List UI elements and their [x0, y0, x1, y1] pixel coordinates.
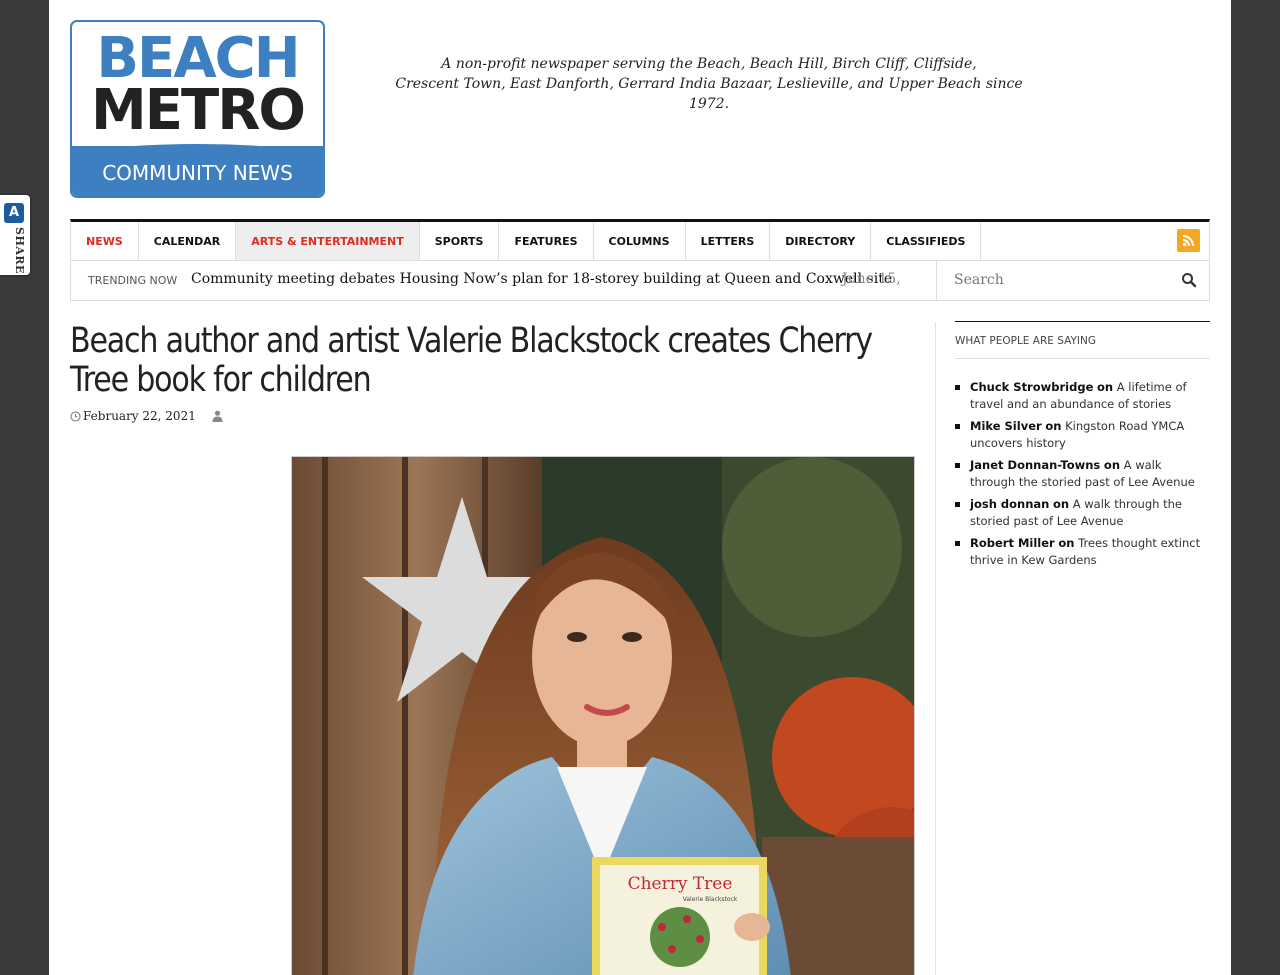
- share-service-icon[interactable]: A: [4, 203, 24, 223]
- article-date: February 22, 2021: [83, 409, 196, 423]
- comment-item: josh donnan on A walk through the storie…: [955, 496, 1210, 530]
- share-widget[interactable]: A SHARE: [0, 195, 30, 275]
- nav-item-arts-entertainment[interactable]: ARTS & ENTERTAINMENT: [236, 222, 420, 260]
- sidebar-recent-comments: WHAT PEOPLE ARE SAYING Chuck Strowbridge…: [955, 321, 1210, 574]
- comment-item: Janet Donnan-Towns on A walk through the…: [955, 457, 1210, 491]
- site-logo[interactable]: BEACH METRO COMMUNITY NEWS: [70, 20, 325, 198]
- main-nav: NEWS CALENDAR ARTS & ENTERTAINMENT SPORT…: [70, 219, 1210, 261]
- logo-line-community: COMMUNITY NEWS: [102, 161, 293, 185]
- comment-on: on: [1103, 458, 1121, 472]
- comment-author[interactable]: Mike Silver: [970, 419, 1042, 433]
- search-box: [936, 261, 1210, 301]
- column-divider: [935, 322, 936, 975]
- trending-bar: TRENDING NOW Community meeting debates H…: [70, 261, 937, 301]
- comment-author[interactable]: Chuck Strowbridge: [970, 380, 1093, 394]
- rss-glyph: [1182, 235, 1194, 247]
- comment-on: on: [1045, 419, 1062, 433]
- comment-on: on: [1058, 536, 1075, 550]
- book-author-text: Valerie Blackstock: [683, 896, 738, 903]
- article-meta: February 22, 2021: [70, 409, 223, 423]
- site-tagline: A non-profit newspaper serving the Beach…: [379, 54, 1039, 114]
- nav-item-sports[interactable]: SPORTS: [420, 222, 500, 260]
- comment-on: on: [1097, 380, 1114, 394]
- comment-item: Robert Miller on Trees thought extinct t…: [955, 535, 1210, 569]
- nav-item-features[interactable]: FEATURES: [499, 222, 594, 260]
- tagline-line-1: A non-profit newspaper serving the Beach…: [441, 56, 977, 72]
- search-icon[interactable]: [1181, 272, 1197, 288]
- comment-author[interactable]: Janet Donnan-Towns: [970, 458, 1100, 472]
- rss-icon[interactable]: [1177, 229, 1200, 252]
- logo-line-metro: METRO: [91, 78, 306, 143]
- clock-icon: [70, 410, 81, 422]
- search-input[interactable]: [937, 261, 1177, 299]
- author-icon[interactable]: [212, 410, 223, 422]
- comment-on: on: [1053, 497, 1070, 511]
- trending-label: TRENDING NOW: [88, 274, 178, 287]
- sidebar-heading: WHAT PEOPLE ARE SAYING: [955, 321, 1210, 359]
- share-label[interactable]: SHARE: [6, 227, 26, 274]
- article-title: Beach author and artist Valerie Blacksto…: [70, 321, 873, 400]
- nav-item-columns[interactable]: COLUMNS: [594, 222, 686, 260]
- nav-item-calendar[interactable]: CALENDAR: [139, 222, 237, 260]
- featured-image[interactable]: Cherry Tree Valerie Blackstock: [291, 456, 915, 975]
- comment-author[interactable]: Robert Miller: [970, 536, 1055, 550]
- page: BEACH METRO COMMUNITY NEWS A non-profit …: [49, 0, 1231, 975]
- tagline-line-2: Crescent Town, East Danforth, Gerrard In…: [395, 76, 1023, 112]
- comment-item: Mike Silver on Kingston Road YMCA uncove…: [955, 418, 1210, 452]
- trending-headline-link[interactable]: Community meeting debates Housing Now’s …: [191, 271, 892, 287]
- comment-author[interactable]: josh donnan: [970, 497, 1049, 511]
- book-title-text: Cherry Tree: [628, 874, 733, 894]
- comment-item: Chuck Strowbridge on A lifetime of trave…: [955, 379, 1210, 413]
- comments-list: Chuck Strowbridge on A lifetime of trave…: [955, 379, 1210, 569]
- nav-item-directory[interactable]: DIRECTORY: [770, 222, 872, 260]
- logo-bar: COMMUNITY NEWS: [72, 146, 323, 196]
- nav-item-letters[interactable]: LETTERS: [686, 222, 771, 260]
- featured-image-art: Cherry Tree Valerie Blackstock: [292, 457, 914, 975]
- trending-date: June 15,: [842, 271, 901, 287]
- nav-item-classifieds[interactable]: CLASSIFIEDS: [871, 222, 982, 260]
- nav-item-news[interactable]: NEWS: [71, 222, 139, 260]
